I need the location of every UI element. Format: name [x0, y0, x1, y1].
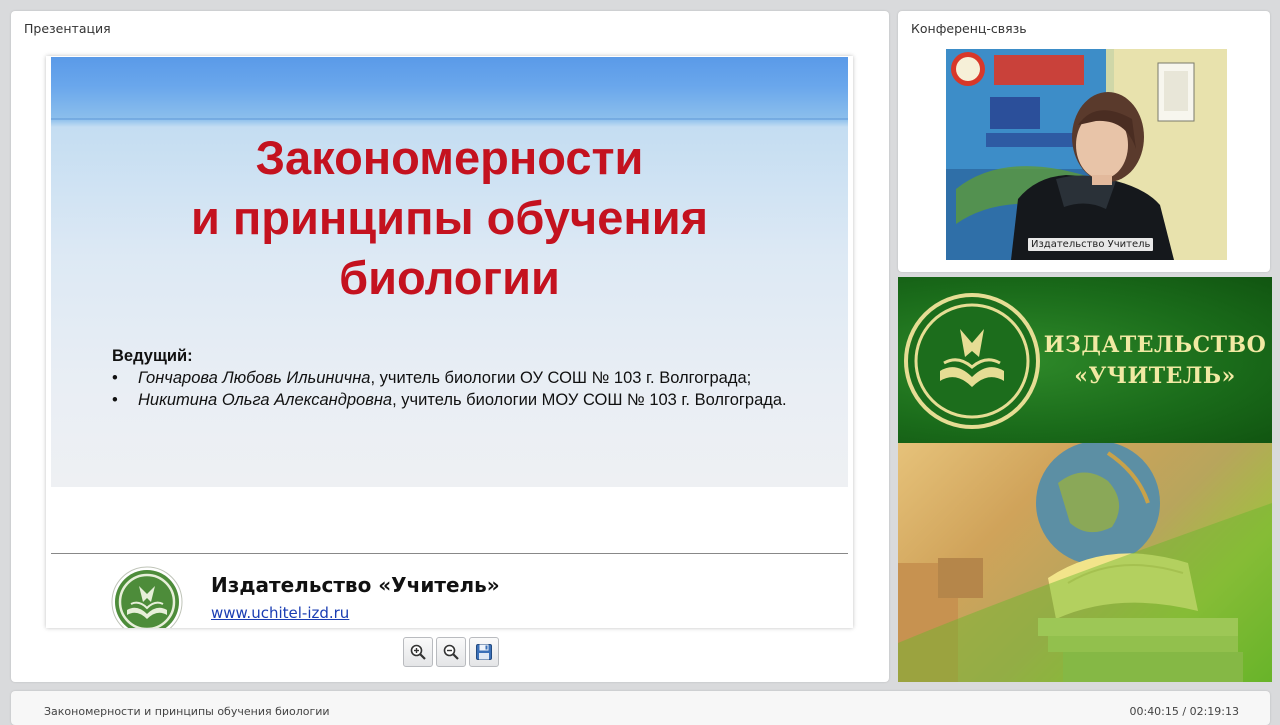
slide-publisher-name: Издательство «Учитель»: [211, 573, 500, 597]
slide-divider: [51, 553, 848, 554]
presentation-panel: Презентация Закономерности и принципы об…: [11, 11, 889, 682]
banner-publisher-name: ИЗДАТЕЛЬСТВО: [1043, 332, 1267, 358]
presenter-role: , учитель биологии МОУ СОШ № 103 г. Волг…: [392, 391, 787, 409]
presenters-heading: Ведущий:: [112, 347, 193, 365]
conference-panel-title: Конференц-связь: [911, 21, 1027, 36]
slide-title-line: Закономерности: [255, 131, 644, 184]
zoom-in-button[interactable]: [403, 637, 433, 667]
presenter-item: Никитина Ольга Александровна, учитель би…: [112, 389, 812, 411]
video-participant-label: Издательство Учитель: [1028, 238, 1154, 251]
banner-photo: [898, 443, 1272, 682]
slide-header-bar: [51, 118, 848, 120]
presenter-name: Никитина Ольга Александровна: [138, 391, 393, 409]
presentation-panel-title: Презентация: [24, 21, 111, 36]
save-button[interactable]: [469, 637, 499, 667]
zoom-out-button[interactable]: [436, 637, 466, 667]
webcam-image: [946, 49, 1227, 260]
slide-publisher-link[interactable]: www.uchitel-izd.ru: [211, 604, 349, 622]
publisher-logo-icon: [111, 566, 183, 628]
banner-logo-icon: [904, 293, 1040, 429]
footer-presentation-title: Закономерности и принципы обучения биоло…: [44, 705, 330, 718]
slide-title: Закономерности и принципы обучения биоло…: [51, 128, 848, 308]
zoom-out-icon: [443, 644, 459, 660]
banner-publisher-name: «УЧИТЕЛЬ»: [1074, 363, 1236, 389]
presenter-role: , учитель биологии ОУ СОШ № 103 г. Волго…: [370, 369, 752, 387]
presenter-item: Гончарова Любовь Ильинична, учитель биол…: [112, 367, 812, 389]
publisher-banner: ИЗДАТЕЛЬСТВО «УЧИТЕЛЬ»: [898, 277, 1272, 682]
presentation-slide: Закономерности и принципы обучения биоло…: [46, 56, 853, 628]
presenter-name: Гончарова Любовь Ильинична: [138, 369, 371, 387]
slide-title-line: биологии: [339, 251, 560, 304]
zoom-in-icon: [410, 644, 426, 660]
conference-panel: Конференц-связь Издательство Учитель: [898, 11, 1270, 272]
slide-title-line: и принципы обучения: [190, 191, 709, 244]
save-icon: [476, 644, 492, 660]
playback-time: 00:40:15 / 02:19:13: [1129, 705, 1239, 718]
video-feed[interactable]: Издательство Учитель: [946, 49, 1227, 260]
books-globe-image: [898, 443, 1272, 682]
presenters-block: Ведущий: Гончарова Любовь Ильинична, учи…: [112, 345, 812, 411]
